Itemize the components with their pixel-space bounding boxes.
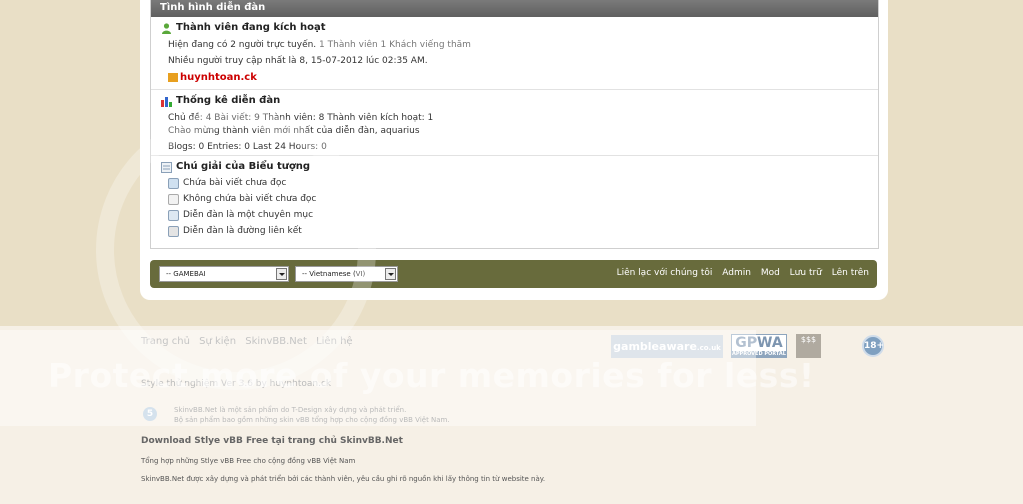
panel-header: Tình hình diễn đàn [151,0,878,17]
contact-link[interactable]: Liên lạc với chúng tôi [617,268,713,278]
watermark-text: Protect more of your memories for less! [48,356,815,395]
user-rank-icon [168,73,178,82]
download-title[interactable]: Download Stlye vBB Free tại trang chủ Sk… [141,436,403,446]
online-section: Thành viên đang kích hoạt Hiện đang có 2… [151,17,878,90]
casino-badge[interactable]: $$$ [796,334,821,358]
archive-link[interactable]: Lưu trữ [790,268,822,278]
footer-copyright: SkinvBB.Net được xây dựng và phát triển … [141,475,546,483]
chevron-down-icon [385,268,396,280]
stats-title: Thống kê diễn đàn [176,95,281,106]
footer-summary: Tổng hợp những Stlye vBB Free cho cộng đ… [141,457,356,465]
online-user-link[interactable]: huynhtoan.ck [180,71,257,84]
mod-link[interactable]: Mod [761,268,780,278]
age-text: 18+ [864,341,885,351]
online-detail: 1 Thành viên 1 Khách viếng thăm [319,40,471,50]
user-icon [161,22,172,34]
admin-link[interactable]: Admin [722,268,751,278]
max-online-text: Nhiều người truy cập nhất là 8, 15-07-20… [168,56,428,66]
casino-text: $$$ [800,335,817,344]
online-count-text: Hiện đang có 2 người trực tuyến. [168,40,317,50]
top-link[interactable]: Lên trên [832,268,869,278]
age-18-badge: 18+ [862,335,884,357]
footer-links: Liên lạc với chúng tôi Admin Mod Lưu trữ… [610,260,869,288]
stats-icon [161,96,172,107]
online-title: Thành viên đang kích hoạt [176,22,326,33]
